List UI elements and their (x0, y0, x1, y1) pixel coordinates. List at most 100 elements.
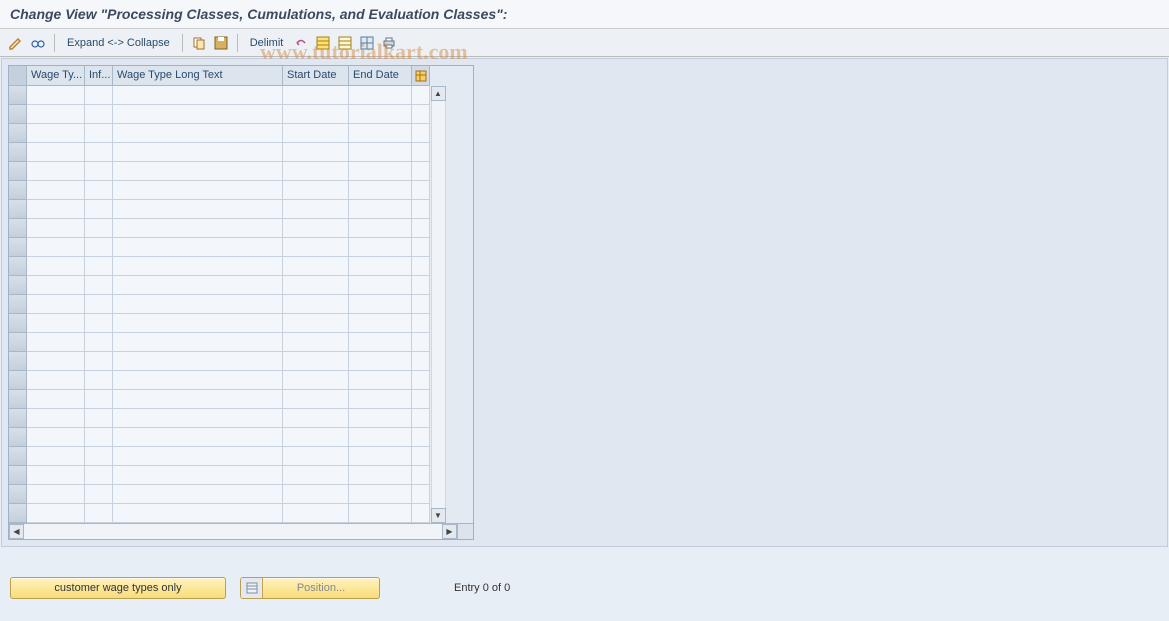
cell-wage-type[interactable] (27, 181, 85, 200)
row-selector[interactable] (9, 181, 27, 200)
table-row[interactable] (9, 352, 430, 371)
cell-wage-type-long-text[interactable] (113, 371, 283, 390)
cell-wage-type-long-text[interactable] (113, 333, 283, 352)
cell-inf[interactable] (85, 428, 113, 447)
cell-start-date[interactable] (283, 314, 349, 333)
cell-inf[interactable] (85, 504, 113, 523)
table-row[interactable] (9, 333, 430, 352)
row-selector[interactable] (9, 86, 27, 105)
row-selector[interactable] (9, 333, 27, 352)
cell-wage-type[interactable] (27, 485, 85, 504)
cell-end-date[interactable] (349, 485, 412, 504)
table-row[interactable] (9, 257, 430, 276)
row-selector[interactable] (9, 371, 27, 390)
cell-inf[interactable] (85, 200, 113, 219)
cell-inf[interactable] (85, 333, 113, 352)
table-row[interactable] (9, 295, 430, 314)
cell-end-date[interactable] (349, 447, 412, 466)
save-icon[interactable] (213, 35, 229, 51)
row-selector[interactable] (9, 390, 27, 409)
cell-wage-type[interactable] (27, 504, 85, 523)
cell-wage-type[interactable] (27, 390, 85, 409)
cell-inf[interactable] (85, 390, 113, 409)
cell-end-date[interactable] (349, 105, 412, 124)
row-selector[interactable] (9, 447, 27, 466)
cell-end-date[interactable] (349, 466, 412, 485)
table-row[interactable] (9, 276, 430, 295)
row-selector[interactable] (9, 295, 27, 314)
scroll-down-button[interactable]: ▼ (431, 508, 446, 523)
table-row[interactable] (9, 238, 430, 257)
row-selector[interactable] (9, 276, 27, 295)
cell-inf[interactable] (85, 162, 113, 181)
col-header-inf[interactable]: Inf... (85, 66, 113, 86)
cell-start-date[interactable] (283, 333, 349, 352)
cell-end-date[interactable] (349, 504, 412, 523)
scroll-right-button[interactable]: ▶ (442, 524, 457, 539)
table-row[interactable] (9, 143, 430, 162)
cell-start-date[interactable] (283, 295, 349, 314)
cell-wage-type-long-text[interactable] (113, 200, 283, 219)
copy-icon[interactable] (191, 35, 207, 51)
cell-wage-type-long-text[interactable] (113, 466, 283, 485)
cell-inf[interactable] (85, 295, 113, 314)
cell-start-date[interactable] (283, 352, 349, 371)
table-row[interactable] (9, 200, 430, 219)
table-row[interactable] (9, 162, 430, 181)
table-row[interactable] (9, 485, 430, 504)
cell-wage-type-long-text[interactable] (113, 86, 283, 105)
cell-end-date[interactable] (349, 162, 412, 181)
table-row[interactable] (9, 504, 430, 523)
cell-wage-type[interactable] (27, 447, 85, 466)
cell-end-date[interactable] (349, 200, 412, 219)
cell-wage-type[interactable] (27, 86, 85, 105)
cell-wage-type[interactable] (27, 143, 85, 162)
cell-wage-type[interactable] (27, 295, 85, 314)
expand-collapse-button[interactable]: Expand <-> Collapse (63, 35, 174, 51)
cell-inf[interactable] (85, 143, 113, 162)
cell-end-date[interactable] (349, 352, 412, 371)
customer-wage-types-button[interactable]: customer wage types only (10, 577, 226, 599)
delimit-button[interactable]: Delimit (246, 35, 288, 51)
row-selector[interactable] (9, 143, 27, 162)
cell-wage-type[interactable] (27, 276, 85, 295)
table-row[interactable] (9, 371, 430, 390)
cell-end-date[interactable] (349, 295, 412, 314)
row-selector[interactable] (9, 314, 27, 333)
cell-wage-type[interactable] (27, 124, 85, 143)
table-row[interactable] (9, 124, 430, 143)
undo-icon[interactable] (293, 35, 309, 51)
row-selector[interactable] (9, 352, 27, 371)
cell-wage-type-long-text[interactable] (113, 162, 283, 181)
row-selector[interactable] (9, 162, 27, 181)
cell-wage-type-long-text[interactable] (113, 276, 283, 295)
cell-wage-type[interactable] (27, 409, 85, 428)
cell-inf[interactable] (85, 485, 113, 504)
cell-wage-type[interactable] (27, 257, 85, 276)
row-selector[interactable] (9, 257, 27, 276)
cell-inf[interactable] (85, 276, 113, 295)
cell-start-date[interactable] (283, 276, 349, 295)
cell-inf[interactable] (85, 219, 113, 238)
scroll-left-button[interactable]: ◀ (9, 524, 24, 539)
position-button[interactable]: Position... (240, 577, 380, 599)
cell-start-date[interactable] (283, 447, 349, 466)
cell-start-date[interactable] (283, 143, 349, 162)
cell-wage-type[interactable] (27, 333, 85, 352)
row-selector[interactable] (9, 200, 27, 219)
cell-end-date[interactable] (349, 428, 412, 447)
cell-start-date[interactable] (283, 162, 349, 181)
table-row[interactable] (9, 409, 430, 428)
col-header-wage-type[interactable]: Wage Ty... (27, 66, 85, 86)
cell-start-date[interactable] (283, 181, 349, 200)
table-row[interactable] (9, 86, 430, 105)
scroll-up-button[interactable]: ▲ (431, 86, 446, 101)
cell-inf[interactable] (85, 447, 113, 466)
row-selector[interactable] (9, 409, 27, 428)
cell-inf[interactable] (85, 371, 113, 390)
cell-inf[interactable] (85, 86, 113, 105)
cell-wage-type[interactable] (27, 371, 85, 390)
select-all-icon[interactable] (315, 35, 331, 51)
cell-start-date[interactable] (283, 485, 349, 504)
row-selector[interactable] (9, 219, 27, 238)
